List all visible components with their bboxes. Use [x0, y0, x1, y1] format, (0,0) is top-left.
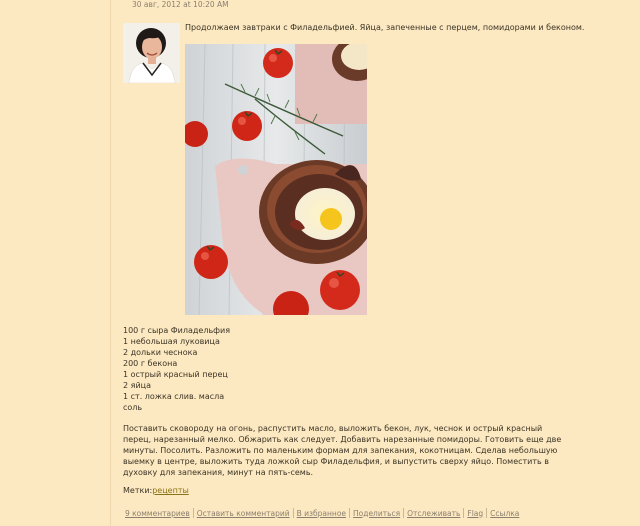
ingredient-item: 1 острый красный перец	[123, 370, 228, 379]
tags-label: Метки:	[123, 486, 153, 495]
ingredient-item: 2 дольки чеснока	[123, 348, 198, 357]
flag-link[interactable]: Flag	[464, 509, 486, 518]
track-link[interactable]: Отслеживать	[404, 509, 463, 518]
share-link[interactable]: Поделиться	[350, 509, 403, 518]
tag-link-recipes[interactable]: рецепты	[152, 486, 189, 495]
ingredient-item: 1 небольшая луковица	[123, 337, 220, 346]
author-avatar[interactable]	[123, 23, 180, 83]
ingredient-item: 200 г бекона	[123, 359, 178, 368]
add-to-favorites-link[interactable]: В избранное	[294, 509, 349, 518]
post-intro: Продолжаем завтраки с Филадельфией. Яйца…	[185, 23, 585, 32]
post-actions: 9 комментариев Оставить комментарий В из…	[122, 508, 522, 518]
blog-post: 30 авг, 2012 at 10:20 AM Продолжаем завт…	[0, 0, 640, 526]
ingredient-item: соль	[123, 403, 143, 412]
post-tags: Метки:рецепты	[123, 486, 189, 495]
baked-eggs-photo	[185, 44, 367, 315]
permalink-link[interactable]: Ссылка	[487, 509, 522, 518]
post-date[interactable]: 30 авг, 2012 at 10:20 AM	[132, 0, 229, 9]
avatar-portrait-image	[123, 23, 180, 83]
ingredient-item: 2 яйца	[123, 381, 151, 390]
comments-count-link[interactable]: 9 комментариев	[122, 509, 193, 518]
post-photo[interactable]	[185, 44, 367, 315]
leave-comment-link[interactable]: Оставить комментарий	[194, 509, 293, 518]
recipe-instructions: Поставить сковороду на огонь, распустить…	[123, 424, 562, 477]
ingredient-item: 100 г сыра Филадельфия	[123, 326, 231, 335]
ingredients-list: 100 г сыра Филадельфия 1 небольшая луков…	[123, 325, 230, 413]
ingredient-item: 1 ст. ложка слив. масла	[123, 392, 225, 401]
